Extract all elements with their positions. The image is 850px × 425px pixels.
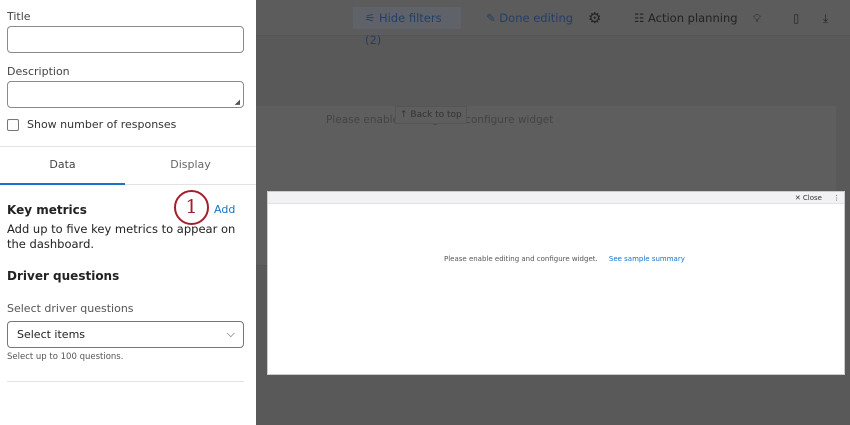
select-hint: Select up to 100 questions. xyxy=(7,352,124,362)
done-editing-label: Done editing xyxy=(499,11,574,25)
action-planning-label: Action planning xyxy=(647,11,738,25)
show-responses-checkbox[interactable] xyxy=(7,119,19,131)
resize-handle-icon[interactable]: ◢ xyxy=(235,98,240,106)
edit-icon: ✎ xyxy=(486,11,500,25)
more-options-icon[interactable]: ⋮ xyxy=(833,192,840,204)
lightbulb-icon[interactable]: 💡︎ xyxy=(753,7,761,29)
download-icon[interactable]: ⤓ xyxy=(823,7,828,29)
done-editing-button[interactable]: ✎ Done editing xyxy=(486,7,573,29)
title-label: Title xyxy=(7,10,31,23)
annotation-marker: 1 xyxy=(174,190,209,225)
widget-message: Please enable editing and configure widg… xyxy=(444,255,685,263)
action-planning-button[interactable]: ☷ Action planning xyxy=(634,7,738,29)
close-button[interactable]: ✕ Close xyxy=(795,194,822,202)
close-icon: ✕ xyxy=(794,194,803,202)
close-label: Close xyxy=(802,194,822,202)
divider xyxy=(7,381,244,382)
tab-display[interactable]: Display xyxy=(128,147,253,185)
tab-data[interactable]: Data xyxy=(0,147,125,185)
driver-questions-select[interactable]: Select items ⌵ xyxy=(7,321,244,348)
widget-preview: ✕ Close ⋮ Please enable editing and confi… xyxy=(267,191,845,375)
filter-icon: ⚟ xyxy=(365,11,379,25)
mobile-icon[interactable]: ▯ xyxy=(793,7,799,29)
add-key-metric-link[interactable]: Add xyxy=(214,203,235,216)
driver-questions-heading: Driver questions xyxy=(7,269,120,283)
toolbar: ⚟ Hide filters (2) ✎ Done editing ⚙ ☷ Ac… xyxy=(256,0,850,47)
tab-bar: Data Display xyxy=(0,146,256,185)
description-textarea[interactable]: ◢ xyxy=(7,81,244,108)
widget-message-text: Please enable editing and configure widg… xyxy=(444,255,598,263)
see-sample-summary-link[interactable]: See sample summary xyxy=(609,255,685,263)
list-icon: ☷ xyxy=(634,11,648,25)
description-label: Description xyxy=(7,65,70,78)
widget-editor-sidebar: Title Description ◢ Show number of respo… xyxy=(0,0,256,425)
key-metrics-description: Add up to five key metrics to appear on … xyxy=(7,222,236,251)
gear-icon[interactable]: ⚙ xyxy=(588,7,601,29)
show-responses-label: Show number of responses xyxy=(27,118,177,131)
select-value: Select items xyxy=(17,328,86,341)
title-input[interactable] xyxy=(7,26,244,53)
back-to-top-button[interactable]: ↑ Back to top xyxy=(395,106,467,124)
chevron-down-icon: ⌵ xyxy=(226,327,235,340)
hide-filters-button[interactable]: ⚟ Hide filters (2) xyxy=(353,7,461,47)
key-metrics-heading: Key metrics xyxy=(7,203,87,217)
widget-header: ✕ Close ⋮ xyxy=(268,192,844,204)
select-driver-label: Select driver questions xyxy=(7,302,134,315)
